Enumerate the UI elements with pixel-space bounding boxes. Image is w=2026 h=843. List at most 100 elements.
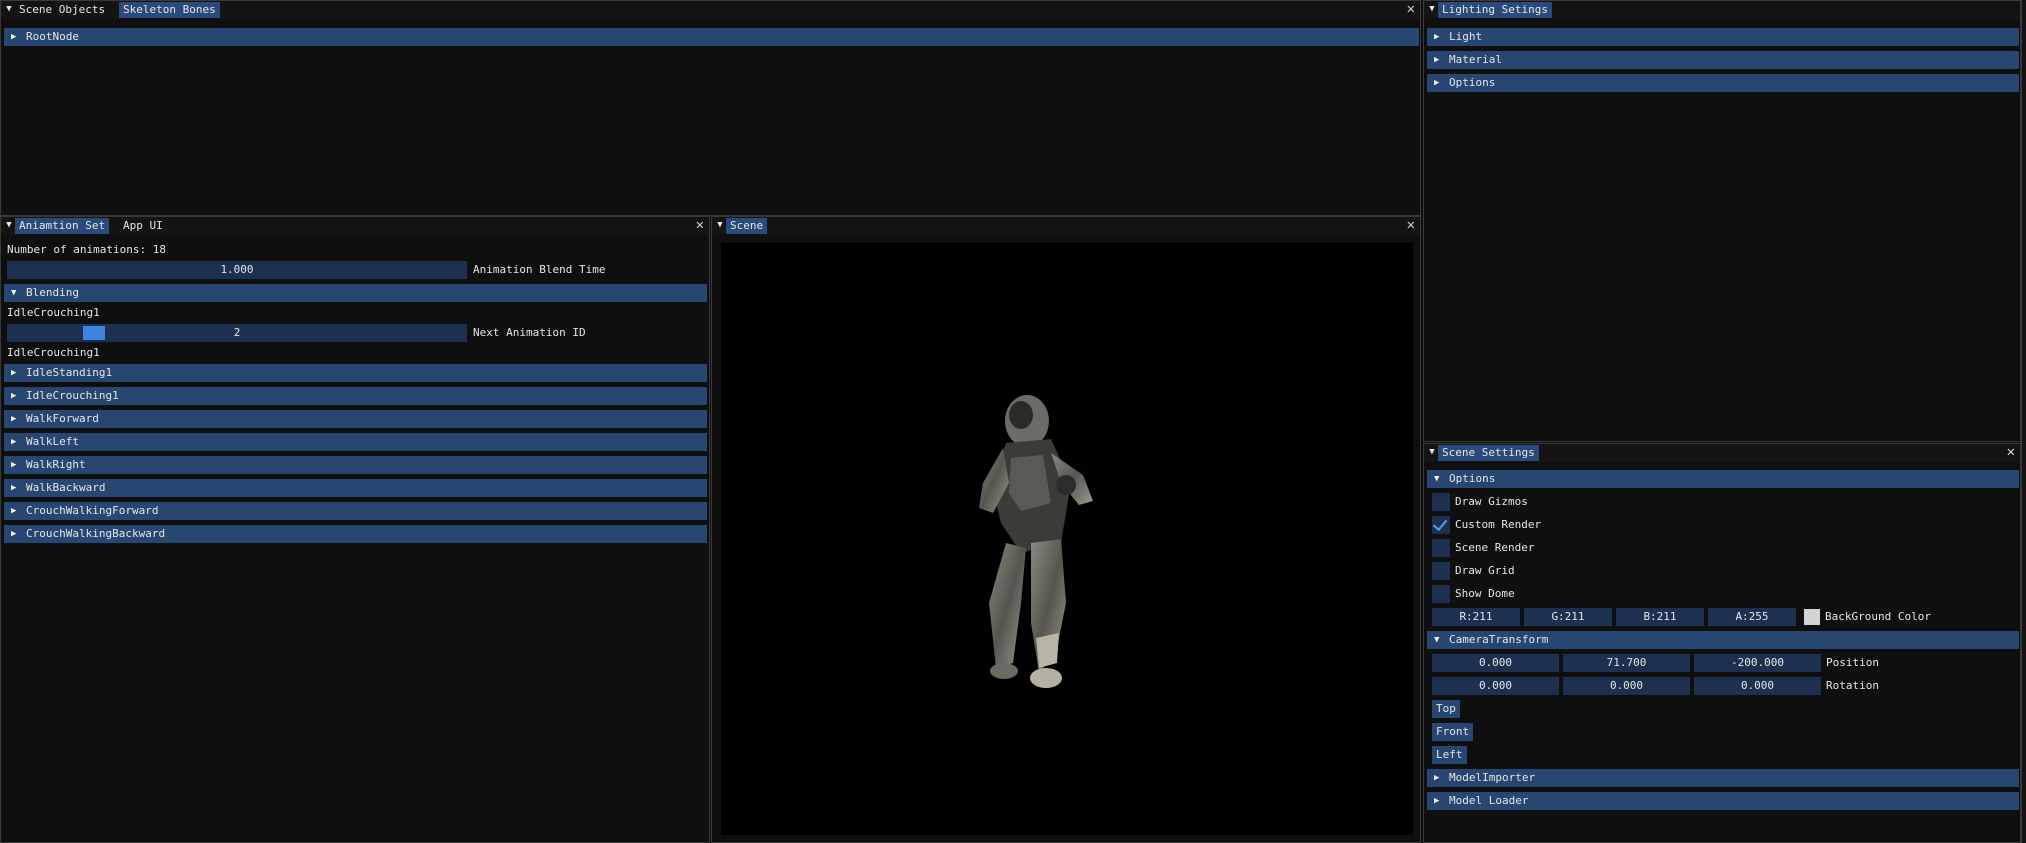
animation-count-text: Number of animations: 18 — [7, 243, 166, 256]
rotation-y-input[interactable]: 0.000 — [1563, 677, 1690, 695]
scene-objects-titlebar: ▼ Scene Objects Skeleton Bones ✕ — [1, 1, 1420, 19]
animation-label: WalkForward — [26, 412, 99, 425]
character-model — [979, 395, 1093, 688]
section-options[interactable]: ▼ Options — [1427, 470, 2019, 488]
section-label: Material — [1449, 53, 1502, 66]
bg-color-a-input[interactable]: A:255 — [1708, 608, 1796, 626]
collapsed-arrow-icon: ▶ — [11, 32, 17, 42]
scene-titlebar: ▼ Scene ✕ — [712, 217, 1420, 235]
bg-color-b-input[interactable]: B:211 — [1616, 608, 1704, 626]
draw-grid-checkbox[interactable] — [1432, 562, 1450, 580]
section-light[interactable]: ▶ Light — [1427, 28, 2019, 46]
close-icon[interactable]: ✕ — [2007, 444, 2015, 461]
animation-set-window: ▼ Aniamtion Set App UI ✕ Number of anima… — [0, 216, 710, 843]
close-icon[interactable]: ✕ — [1407, 1, 1415, 18]
section-camera-transform[interactable]: ▼ CameraTransform — [1427, 631, 2019, 649]
collapsed-arrow-icon: ▶ — [1434, 773, 1440, 783]
collapsed-arrow-icon: ▶ — [11, 391, 17, 401]
scene-render-checkbox[interactable] — [1432, 539, 1450, 557]
tab-scene[interactable]: Scene — [726, 218, 768, 234]
close-icon[interactable]: ✕ — [1407, 217, 1415, 234]
animation-item[interactable]: ▶ CrouchWalkingForward — [4, 502, 707, 520]
collapsed-arrow-icon: ▶ — [11, 437, 17, 447]
top-view-button[interactable]: Top — [1432, 700, 1460, 718]
animation-label: CrouchWalkingForward — [26, 504, 159, 517]
section-label: Options — [1449, 472, 1496, 485]
collapsed-arrow-icon: ▶ — [11, 506, 17, 516]
lighting-settings-window: ▼ Lighting Setings ▶ Light ▶ Material ▶ … — [1423, 0, 2021, 442]
animation-item[interactable]: ▶ IdleStanding1 — [4, 364, 707, 382]
tree-node-rootnode[interactable]: ▶ RootNode — [4, 28, 1419, 46]
animation-item[interactable]: ▶ WalkRight — [4, 456, 707, 474]
draw-grid-label: Draw Grid — [1455, 564, 1515, 577]
animation-titlebar: ▼ Aniamtion Set App UI ✕ — [1, 217, 709, 235]
position-y-input[interactable]: 71.700 — [1563, 654, 1690, 672]
collapsed-arrow-icon: ▶ — [1434, 796, 1440, 806]
close-icon[interactable]: ✕ — [696, 217, 704, 234]
current-animation-name: IdleCrouching1 — [7, 346, 100, 359]
tab-skeleton-bones[interactable]: Skeleton Bones — [119, 2, 220, 18]
front-view-button[interactable]: Front — [1432, 723, 1474, 741]
right-edge-scrollbar[interactable] — [2021, 0, 2026, 843]
tab-lighting-settings[interactable]: Lighting Setings — [1438, 2, 1552, 18]
section-blending[interactable]: ▼ Blending — [4, 284, 707, 302]
animation-item[interactable]: ▶ IdleCrouching1 — [4, 387, 707, 405]
blend-time-label: Animation Blend Time — [473, 263, 606, 276]
tree-node-label: RootNode — [26, 30, 79, 43]
position-z-input[interactable]: -200.000 — [1694, 654, 1821, 672]
tab-animation-set[interactable]: Aniamtion Set — [15, 218, 110, 234]
position-x-input[interactable]: 0.000 — [1432, 654, 1559, 672]
window-menu-icon[interactable]: ▼ — [4, 4, 14, 14]
window-menu-icon[interactable]: ▼ — [4, 220, 14, 230]
section-label: CameraTransform — [1449, 633, 1549, 646]
section-options[interactable]: ▶ Options — [1427, 74, 2019, 92]
animation-item[interactable]: ▶ WalkForward — [4, 410, 707, 428]
tab-app-ui[interactable]: App UI — [119, 218, 167, 234]
window-menu-icon[interactable]: ▼ — [1427, 4, 1437, 14]
rotation-x-input[interactable]: 0.000 — [1432, 677, 1559, 695]
collapsed-arrow-icon: ▶ — [11, 368, 17, 378]
window-menu-icon[interactable]: ▼ — [715, 220, 725, 230]
next-animation-slider[interactable]: 2 — [7, 324, 467, 342]
show-dome-checkbox[interactable] — [1432, 585, 1450, 603]
left-view-button[interactable]: Left — [1432, 746, 1467, 764]
expanded-arrow-icon: ▼ — [11, 288, 17, 298]
slider-grab[interactable] — [83, 326, 105, 340]
tab-scene-settings[interactable]: Scene Settings — [1438, 445, 1539, 461]
blend-time-input[interactable]: 1.000 — [7, 261, 467, 279]
animation-label: WalkLeft — [26, 435, 79, 448]
animation-item[interactable]: ▶ CrouchWalkingBackward — [4, 525, 707, 543]
bg-color-r-input[interactable]: R:211 — [1432, 608, 1520, 626]
animation-label: CrouchWalkingBackward — [26, 527, 166, 540]
section-model-importer[interactable]: ▶ ModelImporter — [1427, 769, 2019, 787]
collapsed-arrow-icon: ▶ — [1434, 32, 1440, 42]
animation-label: IdleStanding1 — [26, 366, 113, 379]
bg-color-label: BackGround Color — [1825, 610, 1931, 623]
animation-item[interactable]: ▶ WalkBackward — [4, 479, 707, 497]
show-dome-label: Show Dome — [1455, 587, 1515, 600]
window-menu-icon[interactable]: ▼ — [1427, 447, 1437, 457]
scene-objects-window: ▼ Scene Objects Skeleton Bones ✕ ▶ RootN… — [0, 0, 1421, 216]
custom-render-checkbox[interactable] — [1432, 515, 1450, 534]
bg-color-swatch[interactable] — [1804, 609, 1820, 625]
section-label: Blending — [26, 286, 79, 299]
custom-render-label: Custom Render — [1455, 518, 1542, 531]
rotation-z-input[interactable]: 0.000 — [1694, 677, 1821, 695]
bg-color-g-input[interactable]: G:211 — [1524, 608, 1612, 626]
lighting-titlebar: ▼ Lighting Setings — [1424, 1, 2020, 19]
current-animation-name: IdleCrouching1 — [7, 306, 100, 319]
collapsed-arrow-icon: ▶ — [1434, 55, 1440, 65]
section-model-loader[interactable]: ▶ Model Loader — [1427, 792, 2019, 810]
next-animation-label: Next Animation ID — [473, 326, 586, 339]
collapsed-arrow-icon: ▶ — [1434, 78, 1440, 88]
rotation-label: Rotation — [1826, 679, 1879, 692]
scene-settings-window: ▼ Scene Settings ✕ ▼ Options Draw Gizmos… — [1423, 443, 2021, 843]
section-material[interactable]: ▶ Material — [1427, 51, 2019, 69]
draw-gizmos-label: Draw Gizmos — [1455, 495, 1528, 508]
animation-label: WalkRight — [26, 458, 86, 471]
draw-gizmos-checkbox[interactable] — [1432, 493, 1450, 511]
tab-scene-objects[interactable]: Scene Objects — [15, 2, 109, 18]
scene-viewport[interactable] — [721, 243, 1413, 835]
animation-item[interactable]: ▶ WalkLeft — [4, 433, 707, 451]
slider-value: 2 — [233, 326, 241, 339]
